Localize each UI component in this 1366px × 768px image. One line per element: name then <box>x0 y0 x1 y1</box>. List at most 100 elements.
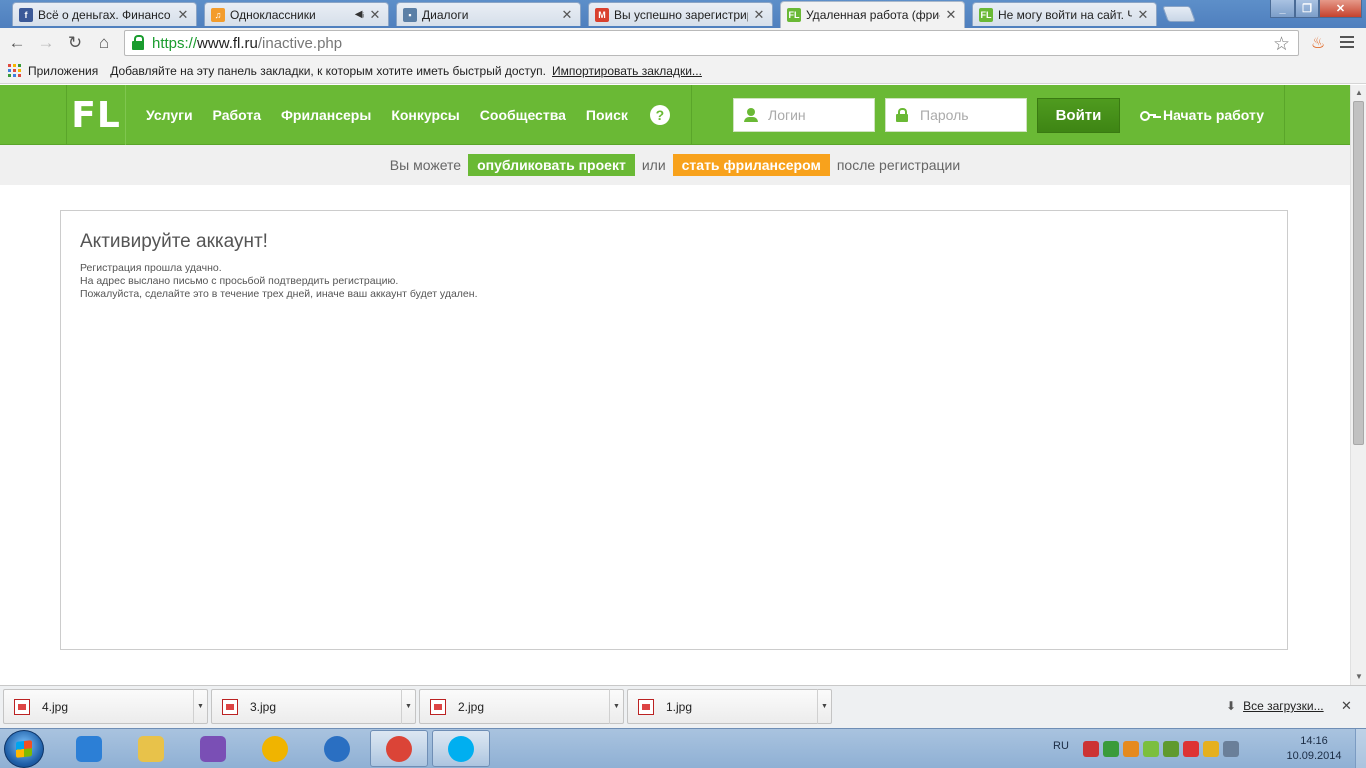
forward-arrow-icon[interactable]: → <box>35 32 57 54</box>
audio-playing-icon: ◀ᵢ <box>354 9 364 20</box>
chevron-down-icon[interactable]: ▼ <box>193 689 207 724</box>
import-bookmarks-link[interactable]: Импортировать закладки... <box>552 64 702 78</box>
ie-browser-icon <box>324 735 350 762</box>
all-downloads-link[interactable]: ⬇ Все загрузки... <box>1226 699 1324 713</box>
nav-contests[interactable]: Конкурсы <box>391 107 459 123</box>
password-input[interactable]: Пароль <box>885 98 1027 132</box>
key-icon <box>1140 110 1156 121</box>
activation-panel: Активируйте аккаунт! Регистрация прошла … <box>60 210 1288 650</box>
mail-agent-icon <box>262 735 288 762</box>
taskbar-app[interactable] <box>308 730 366 767</box>
windows-taskbar: RU 14:16 10.09.2014 <box>0 728 1366 768</box>
login-placeholder: Логин <box>768 107 806 123</box>
address-bar[interactable]: https://www.fl.ru/inactive.php ☆ <box>124 30 1299 56</box>
browser-tab[interactable]: ▪ Диалоги ✕ <box>396 2 581 26</box>
window-close-icon[interactable]: ✕ <box>1319 0 1362 18</box>
secure-lock-icon <box>132 35 146 51</box>
nav-search[interactable]: Поиск <box>586 107 628 123</box>
scrollbar-thumb[interactable] <box>1353 101 1364 445</box>
header-divider <box>691 85 692 145</box>
network-icon[interactable] <box>1183 741 1199 757</box>
system-clock[interactable]: 14:16 10.09.2014 <box>1282 734 1346 764</box>
promo-suffix: после регистрации <box>836 157 961 173</box>
new-tab-button[interactable] <box>1162 6 1196 22</box>
bookmark-star-icon[interactable]: ☆ <box>1273 33 1290 56</box>
torrent-icon[interactable] <box>1103 741 1119 757</box>
fl-icon: FL <box>979 7 993 22</box>
all-downloads-label: Все загрузки... <box>1243 699 1324 713</box>
chrome-menu-icon[interactable] <box>1340 36 1354 48</box>
tab-title: Удаленная работа (фри- <box>806 8 940 22</box>
tray-app-icon[interactable] <box>1163 741 1179 757</box>
browser-tab[interactable]: FL Не могу войти на сайт. Ч ✕ <box>972 2 1157 26</box>
start-button[interactable] <box>4 730 44 768</box>
taskbar-app[interactable] <box>60 730 118 767</box>
scroll-up-icon[interactable]: ▲ <box>1351 85 1366 101</box>
reload-icon[interactable]: ↻ <box>64 32 86 54</box>
browser-tab[interactable]: M Вы успешно зарегистрир ✕ <box>588 2 773 26</box>
login-input[interactable]: Логин <box>733 98 875 132</box>
tab-close-icon[interactable]: ✕ <box>176 7 190 23</box>
taskbar-app[interactable] <box>370 730 428 767</box>
vk-dialogs-icon: ▪ <box>403 7 417 22</box>
nav-services[interactable]: Услуги <box>146 107 193 123</box>
promo-or: или <box>641 157 666 173</box>
download-item[interactable]: 2.jpg ▼ <box>419 689 624 724</box>
tray-app-icon[interactable] <box>1083 741 1099 757</box>
login-button[interactable]: Войти <box>1037 98 1120 133</box>
help-icon[interactable]: ? <box>649 105 670 125</box>
tab-title: Всё о деньгах. Финансо <box>38 7 171 22</box>
tray-app-icon[interactable] <box>1143 741 1159 757</box>
extension-fire-icon[interactable]: ♨ <box>1308 32 1328 54</box>
chevron-down-icon[interactable]: ▼ <box>817 689 831 724</box>
fl-icon: FL <box>787 8 801 22</box>
start-work-link[interactable]: Начать работу <box>1140 85 1264 145</box>
taskbar-app[interactable] <box>184 730 242 767</box>
download-item[interactable]: 3.jpg ▼ <box>211 689 416 724</box>
download-item[interactable]: 1.jpg ▼ <box>627 689 832 724</box>
taskbar-app[interactable] <box>246 730 304 767</box>
maximize-icon[interactable]: ❐ <box>1295 0 1319 18</box>
tab-close-icon[interactable]: ✕ <box>368 7 382 23</box>
user-icon <box>744 108 758 122</box>
bookmarks-bar: Приложения Добавляйте на эту панель закл… <box>0 58 1366 84</box>
tab-close-icon[interactable]: ✕ <box>944 7 958 23</box>
site-header: FL Услуги Работа Фрилансеры Конкурсы Соо… <box>0 85 1350 145</box>
browser-tab[interactable]: f Всё о деньгах. Финансо ✕ <box>12 2 197 26</box>
publish-project-button[interactable]: опубликовать проект <box>468 154 635 176</box>
back-arrow-icon[interactable]: ← <box>6 32 28 54</box>
volume-icon[interactable] <box>1223 741 1239 757</box>
minimize-icon[interactable]: _ <box>1270 0 1295 18</box>
chevron-down-icon[interactable]: ▼ <box>609 689 623 724</box>
signal-icon[interactable] <box>1203 741 1219 757</box>
nav-jobs[interactable]: Работа <box>213 107 261 123</box>
tab-close-icon[interactable]: ✕ <box>560 7 574 23</box>
show-desktop-button[interactable] <box>1355 729 1366 768</box>
explorer-folder-icon <box>138 735 164 762</box>
scroll-down-icon[interactable]: ▼ <box>1351 669 1366 685</box>
browser-tab[interactable]: FL Удаленная работа (фри- ✕ <box>780 1 965 28</box>
become-freelancer-button[interactable]: стать фрилансером <box>672 154 830 176</box>
clock-date: 10.09.2014 <box>1286 750 1342 762</box>
facebook-icon: f <box>19 7 33 22</box>
chevron-down-icon[interactable]: ▼ <box>401 689 415 724</box>
nav-freelancers[interactable]: Фрилансеры <box>281 107 371 123</box>
nav-communities[interactable]: Сообщества <box>480 107 566 123</box>
download-item[interactable]: 4.jpg ▼ <box>3 689 208 724</box>
tab-close-icon[interactable]: ✕ <box>752 7 766 23</box>
url-host: www.fl.ru <box>197 34 258 52</box>
lock-icon <box>896 108 908 122</box>
clock-time: 14:16 <box>1300 735 1328 747</box>
close-icon[interactable]: ✕ <box>1341 698 1352 714</box>
apps-link[interactable]: Приложения <box>28 64 98 78</box>
page-scrollbar[interactable]: ▲ ▼ <box>1350 85 1366 685</box>
language-indicator[interactable]: RU <box>1053 740 1069 752</box>
tray-app-icon[interactable] <box>1123 741 1139 757</box>
tab-close-icon[interactable]: ✕ <box>1136 7 1150 23</box>
browser-tab[interactable]: ♫ Одноклассники ◀ᵢ ✕ <box>204 2 389 26</box>
taskbar-app[interactable] <box>122 730 180 767</box>
fl-logo[interactable]: FL <box>66 85 126 145</box>
apps-grid-icon[interactable] <box>8 64 21 77</box>
taskbar-app[interactable] <box>432 730 490 767</box>
home-icon[interactable]: ⌂ <box>93 32 115 54</box>
